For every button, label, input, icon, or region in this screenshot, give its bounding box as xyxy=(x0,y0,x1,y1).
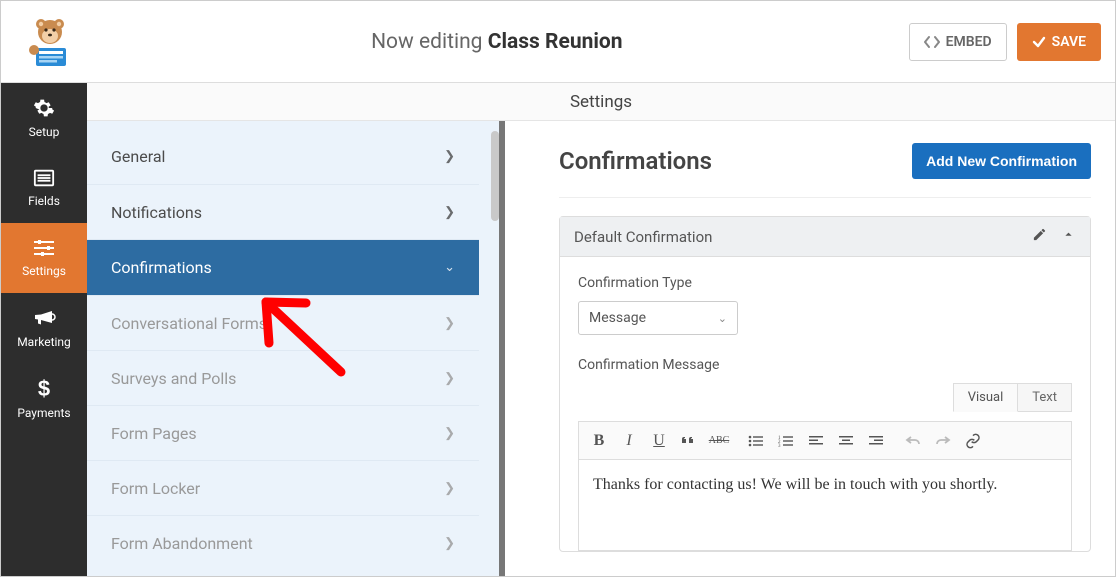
confirmation-type-label: Confirmation Type xyxy=(578,275,1072,291)
chevron-right-icon: ❯ xyxy=(444,371,455,386)
settings-header: Settings xyxy=(87,83,1115,121)
chevron-down-icon: ⌄ xyxy=(718,312,727,325)
chevron-right-icon: ❯ xyxy=(444,149,455,164)
italic-button[interactable]: I xyxy=(615,427,643,455)
save-label: SAVE xyxy=(1052,34,1086,50)
code-icon xyxy=(924,35,940,49)
edit-icon[interactable] xyxy=(1032,227,1047,246)
chevron-right-icon: ❯ xyxy=(444,536,455,551)
confirmation-accordion: Default Confirmation Confirmation Type M… xyxy=(559,216,1091,552)
app-logo xyxy=(15,14,85,70)
undo-button[interactable] xyxy=(899,427,927,455)
nav-payments[interactable]: $ Payments xyxy=(1,363,87,433)
left-nav: Setup Fields Settings Marketing $ xyxy=(1,83,87,576)
settings-item-label: Form Locker xyxy=(111,479,200,498)
settings-item-form-pages[interactable]: Form Pages ❯ xyxy=(87,405,479,460)
settings-sidebar: General ❯ Notifications ❯ Confirmations … xyxy=(87,83,505,576)
redo-button[interactable] xyxy=(929,427,957,455)
settings-item-notifications[interactable]: Notifications ❯ xyxy=(87,184,479,239)
editor-tab-visual[interactable]: Visual xyxy=(953,383,1019,412)
chevron-right-icon: ❯ xyxy=(444,426,455,441)
settings-item-label: Form Pages xyxy=(111,424,197,443)
blockquote-button[interactable] xyxy=(675,427,703,455)
settings-item-confirmations[interactable]: Confirmations ⌄ xyxy=(87,239,479,295)
bullet-list-button[interactable] xyxy=(742,427,770,455)
dollar-icon: $ xyxy=(35,376,53,400)
top-buttons: EMBED SAVE xyxy=(909,23,1101,61)
list-icon xyxy=(33,168,55,188)
svg-text:3: 3 xyxy=(778,444,781,448)
settings-item-label: Notifications xyxy=(111,203,202,222)
settings-item-form-abandonment[interactable]: Form Abandonment ❯ xyxy=(87,515,479,570)
settings-item-label: Surveys and Polls xyxy=(111,369,236,388)
nav-label: Setup xyxy=(29,125,60,139)
wpforms-mascot-icon xyxy=(22,14,78,70)
page-title: Now editing Class Reunion xyxy=(85,30,909,54)
select-value: Message xyxy=(589,310,646,326)
nav-label: Fields xyxy=(28,194,60,208)
settings-header-label: Settings xyxy=(570,92,632,112)
nav-label: Settings xyxy=(22,264,66,278)
confirmation-type-select[interactable]: Message ⌄ xyxy=(578,301,738,335)
settings-item-label: Form Abandonment xyxy=(111,534,253,553)
accordion-header[interactable]: Default Confirmation xyxy=(560,217,1090,257)
strikethrough-button[interactable]: ABC xyxy=(705,427,733,455)
accordion-body: Confirmation Type Message ⌄ Confirmation… xyxy=(560,257,1090,551)
check-icon xyxy=(1032,35,1046,49)
panel-title: Confirmations xyxy=(559,147,712,175)
top-bar: Now editing Class Reunion EMBED SAVE xyxy=(1,1,1115,83)
editor-tab-text[interactable]: Text xyxy=(1018,383,1072,412)
align-left-button[interactable] xyxy=(802,427,830,455)
chevron-down-icon: ⌄ xyxy=(444,260,455,275)
nav-label: Marketing xyxy=(17,335,71,349)
settings-item-form-locker[interactable]: Form Locker ❯ xyxy=(87,460,479,515)
accordion-title: Default Confirmation xyxy=(574,228,712,246)
align-right-button[interactable] xyxy=(862,427,890,455)
nav-label: Payments xyxy=(17,406,70,420)
align-center-button[interactable] xyxy=(832,427,860,455)
chevron-right-icon: ❯ xyxy=(444,481,455,496)
save-button[interactable]: SAVE xyxy=(1017,23,1101,61)
bullhorn-icon xyxy=(32,307,56,329)
nav-setup[interactable]: Setup xyxy=(1,83,87,153)
editor-content[interactable]: Thanks for contacting us! We will be in … xyxy=(579,460,1071,550)
scrollbar[interactable] xyxy=(491,131,499,221)
chevron-right-icon: ❯ xyxy=(444,316,455,331)
settings-item-label: Confirmations xyxy=(111,258,212,277)
editor-toolbar: B I U ABC 123 xyxy=(579,422,1071,460)
collapse-icon[interactable] xyxy=(1061,227,1076,246)
gear-icon xyxy=(33,97,55,119)
numbered-list-button[interactable]: 123 xyxy=(772,427,800,455)
nav-settings[interactable]: Settings xyxy=(1,223,87,293)
editor-tabs: Visual Text xyxy=(578,383,1072,412)
svg-text:$: $ xyxy=(38,376,50,400)
settings-item-label: Conversational Forms xyxy=(111,314,267,333)
settings-item-label: General xyxy=(111,147,165,166)
chevron-right-icon: ❯ xyxy=(444,205,455,220)
add-new-confirmation-button[interactable]: Add New Confirmation xyxy=(912,143,1091,179)
settings-item-surveys-polls[interactable]: Surveys and Polls ❯ xyxy=(87,350,479,405)
nav-fields[interactable]: Fields xyxy=(1,153,87,223)
confirmation-message-label: Confirmation Message xyxy=(578,357,1072,373)
settings-list: General ❯ Notifications ❯ Confirmations … xyxy=(87,129,479,570)
main-panel: Confirmations Add New Confirmation Defau… xyxy=(511,83,1115,576)
bold-button[interactable]: B xyxy=(585,427,613,455)
underline-button[interactable]: U xyxy=(645,427,673,455)
embed-label: EMBED xyxy=(946,34,992,50)
panel-header: Confirmations Add New Confirmation xyxy=(559,143,1091,198)
embed-button[interactable]: EMBED xyxy=(909,23,1007,61)
link-button[interactable] xyxy=(959,427,987,455)
sliders-icon xyxy=(32,238,56,258)
form-name: Class Reunion xyxy=(488,30,623,54)
settings-item-conversational-forms[interactable]: Conversational Forms ❯ xyxy=(87,295,479,350)
nav-marketing[interactable]: Marketing xyxy=(1,293,87,363)
title-prefix: Now editing xyxy=(371,30,482,54)
settings-item-general[interactable]: General ❯ xyxy=(87,129,479,184)
editor: B I U ABC 123 xyxy=(578,421,1072,551)
